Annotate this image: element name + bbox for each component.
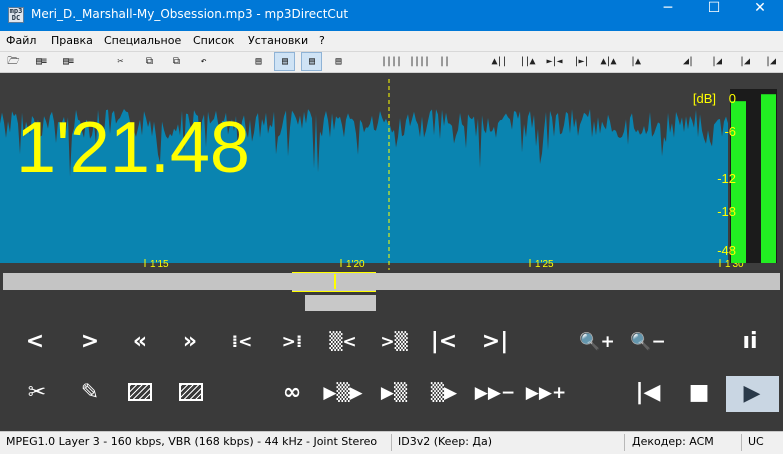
zoom-in-button[interactable]: 🔍+ — [574, 327, 620, 357]
list-icon[interactable]: ▤ — [330, 53, 346, 70]
menu-list[interactable]: Список — [193, 34, 234, 47]
level-icon[interactable]: |◢ — [733, 53, 755, 70]
prev-button[interactable]: < — [12, 327, 58, 357]
time-tick-label: 1'20 — [346, 259, 365, 270]
go-mark-icon[interactable]: ▲|▲ — [597, 53, 619, 70]
rewind-button[interactable]: « — [117, 327, 163, 357]
status-bar: MPEG1.0 Layer 3 - 160 kbps, VBR (168 kbp… — [0, 431, 783, 454]
marker-icon[interactable]: |▲ — [624, 53, 646, 70]
timeline[interactable] — [0, 270, 783, 312]
select-none-button[interactable] — [179, 383, 203, 401]
cue-icon[interactable]: ▤ — [274, 52, 295, 71]
zoom-out-icon: 🔍− — [630, 332, 666, 352]
save-icon[interactable]: ▤≡ — [30, 53, 52, 70]
go-end-button[interactable]: >| — [472, 327, 518, 357]
menu-help[interactable]: ? — [319, 34, 325, 47]
maximize-button[interactable]: ☐ — [691, 0, 737, 31]
zoom-in-icon: 🔍+ — [579, 332, 615, 352]
play-more-button[interactable]: ▶▶+ — [523, 378, 569, 408]
db-tick: -6 — [724, 124, 736, 139]
toolbar: 🗁 ▤≡ ▤≡ ✂ ⧉ ⧉ ↶ ▤ ▤ ▤ ▤ |||| |||| || ▲||… — [0, 52, 783, 73]
loop-icon: ∞ — [282, 380, 302, 405]
play-icon: ▶ — [743, 381, 761, 406]
play-to-cut-button[interactable]: ▶▒ — [371, 378, 417, 408]
play-button[interactable]: ▶ — [726, 376, 779, 412]
go-home-button[interactable]: |◀ — [625, 378, 671, 408]
time-tick-label: 1'15 — [150, 259, 169, 270]
minimize-button[interactable]: ─ — [645, 0, 691, 31]
status-divider — [741, 434, 742, 451]
app-icon: mp3 DC — [8, 7, 24, 23]
open-icon[interactable]: 🗁 — [4, 53, 22, 70]
db-tick: 0 — [728, 91, 736, 106]
cue-end-button[interactable]: >▒ — [371, 327, 417, 357]
level-meter-gap — [746, 89, 761, 263]
db-tick: -18 — [717, 204, 736, 219]
play-next-button[interactable]: ▶▶− — [472, 378, 518, 408]
loop-button[interactable]: ∞ — [269, 378, 315, 408]
level-meter-right — [761, 94, 776, 263]
scroll-thumb[interactable] — [305, 295, 376, 311]
go-start-button[interactable]: |< — [421, 327, 467, 357]
stop-icon: ■ — [688, 380, 710, 405]
select-end-button[interactable]: >⁞ — [269, 327, 315, 357]
pause-icon[interactable]: || — [437, 53, 451, 70]
db-tick: -48 — [717, 243, 736, 258]
play-selection-button[interactable]: ▶▒▶ — [320, 378, 366, 408]
copy-icon[interactable]: ⧉ — [140, 53, 158, 70]
cut-button[interactable]: ✂ — [14, 378, 60, 408]
go-prev-icon[interactable]: ►|◄ — [543, 53, 565, 70]
stop-button[interactable]: ■ — [676, 378, 722, 408]
split-icon[interactable]: ▤ — [301, 52, 322, 71]
scissors-icon: ✂ — [27, 380, 47, 405]
timeline-marker — [334, 274, 336, 289]
menu-bar: Файл Правка Специальное Список Установки… — [0, 31, 783, 52]
cut-icon[interactable]: ✂ — [112, 53, 128, 70]
zoom-out-button[interactable]: 🔍− — [625, 327, 671, 357]
cue-start-button[interactable]: ▒< — [320, 327, 366, 357]
status-divider — [624, 434, 625, 451]
zoom-icon[interactable]: |||| — [408, 53, 430, 70]
window-title: Meri_D._Marshall-My_Obsession.mp3 - mp3D… — [31, 7, 349, 21]
waveform-display[interactable]: 1'15 1'20 1'25 1'30 1'21.48 [dB] 0 -6 -12 -… — [0, 73, 783, 270]
select-all-button[interactable] — [128, 383, 152, 401]
select-start-button[interactable]: ⁞< — [219, 327, 265, 357]
mode-button[interactable]: ıi — [727, 327, 773, 357]
paste-icon[interactable]: ⧉ — [167, 53, 185, 70]
status-tag: ID3v2 (Keep: Да) — [398, 435, 493, 448]
time-display: 1'21.48 — [16, 108, 250, 188]
forward-button[interactable]: » — [167, 327, 213, 357]
level-icon[interactable]: |◢ — [705, 53, 727, 70]
title-bar[interactable]: mp3 DC Meri_D._Marshall-My_Obsession.mp3… — [0, 0, 783, 31]
info-icon[interactable]: ▤ — [250, 53, 266, 70]
go-start-icon[interactable]: ▲|| — [488, 53, 510, 70]
menu-file[interactable]: Файл — [6, 34, 36, 47]
play-from-end-button[interactable]: ▒▶ — [421, 378, 467, 408]
status-decoder: Декодер: ACM — [632, 435, 714, 448]
close-button[interactable]: ✕ — [737, 0, 783, 31]
zoom-icon[interactable]: |||| — [380, 53, 402, 70]
go-next-icon[interactable]: |►| — [570, 53, 592, 70]
level-icon[interactable]: ◢| — [677, 53, 699, 70]
go-end-icon[interactable]: ||▲ — [516, 53, 538, 70]
marker-icon[interactable]: |◢ — [760, 53, 780, 70]
status-divider — [391, 434, 392, 451]
status-mode: UC — [748, 435, 764, 448]
save-list-icon[interactable]: ▤≡ — [57, 53, 79, 70]
pencil-icon: ✎ — [80, 380, 100, 405]
db-tick: -12 — [717, 171, 736, 186]
undo-icon[interactable]: ↶ — [195, 53, 211, 70]
menu-settings[interactable]: Установки — [248, 34, 308, 47]
edit-button[interactable]: ✎ — [67, 378, 113, 408]
menu-special[interactable]: Специальное — [104, 34, 181, 47]
next-button[interactable]: > — [67, 327, 113, 357]
time-tick-label: 1'25 — [535, 259, 554, 270]
status-format: MPEG1.0 Layer 3 - 160 kbps, VBR (168 kbp… — [6, 435, 378, 448]
menu-edit[interactable]: Правка — [51, 34, 93, 47]
timeline-track[interactable] — [3, 273, 780, 290]
